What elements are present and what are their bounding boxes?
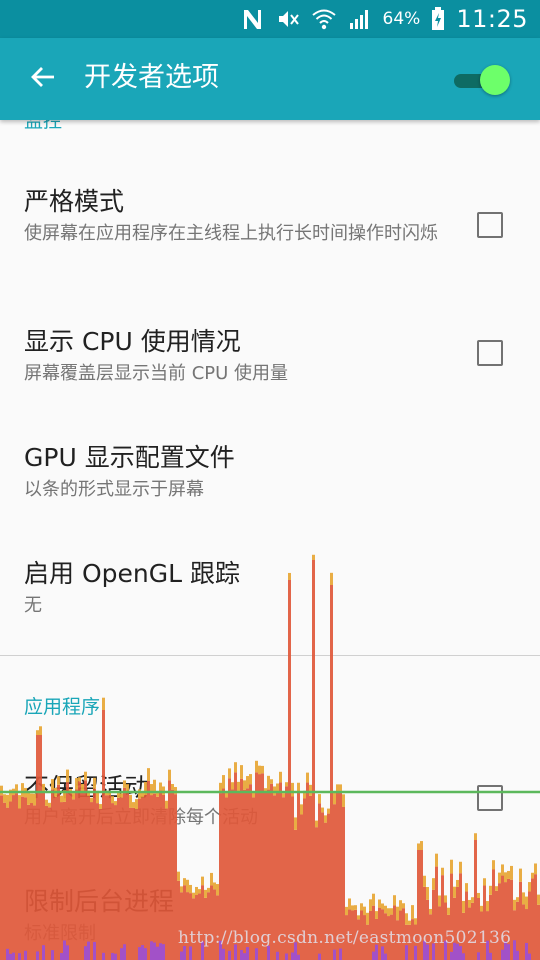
mute-icon [275,6,301,32]
pref-show-cpu[interactable]: 显示 CPU 使用情况 屏幕覆盖层显示当前 CPU 使用量 [0,310,540,400]
section-header-monitoring: 监控 [24,120,63,132]
settings-list: 监控 严格模式 使屏幕在应用程序在主线程上执行长时间操作时闪烁 显示 CPU 使… [0,120,540,960]
pref-opengl-trace[interactable]: 启用 OpenGL 跟踪 无 [0,544,540,634]
pref-strict-mode[interactable]: 严格模式 使屏幕在应用程序在主线程上执行长时间操作时闪烁 [0,170,540,280]
pref-summary: 无 [24,595,42,616]
dont-keep-activities-checkbox[interactable] [477,785,503,811]
pref-gpu-profile[interactable]: GPU 显示配置文件 以条的形式显示于屏幕 [0,428,540,518]
arrow-back-icon [29,63,57,95]
pref-title: 严格模式 [24,187,125,216]
battery-charging-icon [430,6,446,32]
section-divider [0,655,540,656]
pref-title: 不保留活动 [24,773,150,802]
back-button[interactable] [22,58,64,100]
pref-title: GPU 显示配置文件 [24,443,235,472]
pref-summary: 以条的形式显示于屏幕 [24,479,204,500]
pref-title: 限制后台进程 [24,887,175,916]
clock: 11:25 [456,5,528,33]
show-cpu-checkbox[interactable] [477,340,503,366]
strict-mode-checkbox[interactable] [477,212,503,238]
page-title: 开发者选项 [84,62,219,93]
pref-summary: 用户离开后立即清除每个活动 [24,807,258,828]
developer-options-switch[interactable] [454,65,510,95]
pref-title: 显示 CPU 使用情况 [24,327,241,356]
status-icons: 64% 11:25 [239,0,528,38]
wifi-icon [311,6,337,32]
pref-title: 启用 OpenGL 跟踪 [24,559,240,588]
watermark: http://blog.csdn.net/eastmoon502136 [178,928,512,948]
status-bar: 64% 11:25 [0,0,540,38]
pref-summary: 屏幕覆盖层显示当前 CPU 使用量 [24,363,289,384]
app-bar: 开发者选项 [0,38,540,120]
battery-percentage: 64% [382,9,421,29]
pref-summary: 使屏幕在应用程序在主线程上执行长时间操作时闪烁 [24,223,438,244]
notification-n-icon [239,6,265,32]
section-header-apps: 应用程序 [24,696,101,718]
signal-icon [347,6,373,32]
switch-thumb [480,65,510,95]
pref-dont-keep-activities[interactable]: 不保留活动 用户离开后立即清除每个活动 [0,760,540,850]
